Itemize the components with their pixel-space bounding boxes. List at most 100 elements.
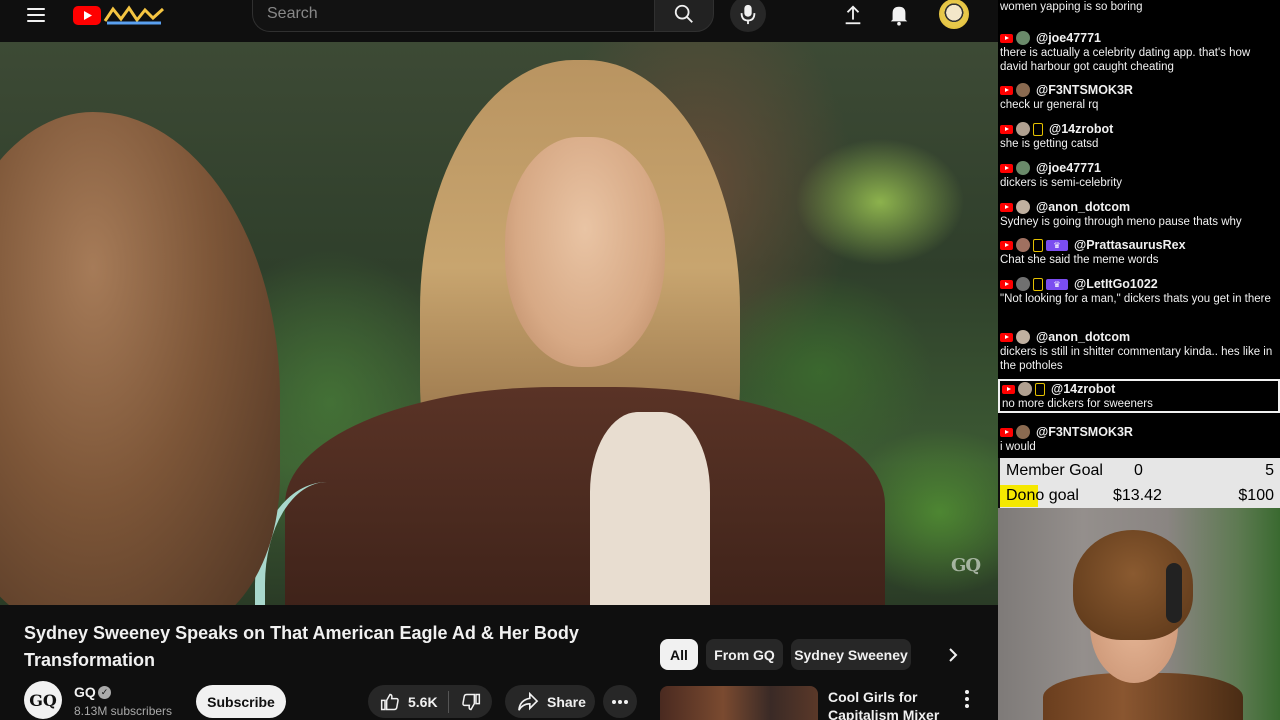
recommendation-thumbnail[interactable]: [660, 686, 818, 720]
youtube-badge-icon: [1000, 85, 1013, 95]
subscriber-count: 8.13M subscribers: [74, 704, 173, 718]
share-icon: [518, 691, 539, 711]
chat-message-text: dickers is still in shitter commentary k…: [1000, 346, 1273, 372]
channel-avatar-logo: GQ: [29, 690, 57, 710]
upload-icon: [845, 5, 861, 25]
youtube-logo[interactable]: [73, 3, 169, 27]
youtube-badge-icon: [1000, 240, 1013, 250]
chat-message-text: Sydney is going through meno pause thats…: [1000, 216, 1242, 228]
video-frame-guest-jacket: [285, 387, 885, 605]
thumbs-up-icon: [380, 693, 399, 710]
like-dislike-group: 5.6K: [368, 685, 492, 718]
chat-username: @anon_dotcom: [1036, 330, 1131, 344]
member-crown-badge-icon: ♛: [1046, 278, 1068, 290]
youtube-badge-icon: [1000, 33, 1013, 43]
chat-avatar: [1016, 200, 1030, 214]
member-goal-current: 0: [1134, 462, 1143, 479]
upload-button[interactable]: [837, 0, 869, 30]
verified-icon: ✓: [98, 686, 111, 699]
chat-username: @F3NTSMOK3R: [1036, 425, 1133, 439]
search-icon: [674, 4, 693, 23]
chat-message: @14zrobot no more dickers for sweeners: [998, 379, 1280, 413]
member-crown-badge-icon: ♛: [1046, 239, 1068, 251]
gq-watermark: GQ: [951, 555, 981, 576]
masthead: [0, 0, 998, 42]
chat-message: ♛ @LetItGo1022 "Not looking for a man," di…: [998, 276, 1280, 306]
chat-avatar: [1016, 83, 1030, 97]
chat-message: @14zrobot she is getting catsd: [998, 121, 1280, 151]
like-button[interactable]: 5.6K: [368, 685, 448, 718]
chat-message-header: ♛ @LetItGo1022: [1000, 276, 1280, 292]
chat-username: @joe47771: [1036, 31, 1102, 45]
video-player[interactable]: GQ: [0, 42, 998, 605]
chat-message-header: @joe47771: [1000, 160, 1280, 176]
chat-avatar: [1016, 122, 1030, 136]
chat-message-text: no more dickers for sweeners: [1002, 398, 1153, 410]
voice-search-button[interactable]: [730, 0, 766, 32]
youtube-badge-icon: [1000, 163, 1013, 173]
streamer-webcam: [998, 508, 1280, 720]
more-horizontal-icon: [612, 699, 628, 704]
chat-username: @anon_dotcom: [1036, 200, 1131, 214]
chat-message-text: dickers is semi-celebrity: [1000, 177, 1123, 189]
chevron-right-icon: [949, 648, 958, 662]
youtube-badge-icon: [1000, 332, 1013, 342]
chat-message-text: i would: [1000, 441, 1036, 453]
headset-icon: [1166, 563, 1182, 623]
notifications-button[interactable]: [883, 0, 915, 30]
youtube-badge-icon: [1002, 384, 1015, 394]
youtube-badge-icon: [1000, 124, 1013, 134]
donor-badge-icon: [1033, 238, 1043, 252]
video-frame-guest-shirt: [590, 412, 710, 605]
chat-message-text: "Not looking for a man," dickers thats y…: [1000, 293, 1271, 305]
chat-message-header: ♛ @PrattasaurusRex: [1000, 237, 1280, 253]
video-frame-interviewer: [0, 112, 280, 605]
search-button[interactable]: [654, 0, 714, 32]
share-button[interactable]: Share: [505, 685, 595, 718]
more-actions-button[interactable]: [603, 685, 637, 718]
menu-icon[interactable]: [22, 4, 50, 26]
youtube-badge-icon: [1000, 279, 1013, 289]
donor-badge-icon: [1033, 277, 1043, 291]
search-input[interactable]: [267, 0, 647, 31]
chat-message-text: there is actually a celebrity dating app…: [1000, 47, 1251, 73]
mic-icon: [740, 4, 756, 25]
chat-message-text: she is getting catsd: [1000, 138, 1099, 150]
chat-username: @14zrobot: [1051, 382, 1116, 396]
channel-avatar[interactable]: GQ: [24, 681, 62, 719]
chat-message: @joe47771 dickers is semi-celebrity: [998, 160, 1280, 190]
chat-message-header: @joe47771: [1000, 30, 1280, 46]
dislike-button[interactable]: [449, 685, 492, 718]
chat-avatar: [1016, 238, 1030, 252]
recommendation-title[interactable]: Cool Girls for Capitalism Mixer: [828, 688, 948, 720]
chat-message: @F3NTSMOK3Rwomen yapping is so boring: [998, 0, 1280, 14]
donor-badge-icon: [1033, 122, 1043, 136]
dono-goal-row: Dono goal $13.42 $100: [1000, 484, 1280, 508]
chat-message: @joe47771 there is actually a celebrity d…: [998, 30, 1280, 74]
youtube-badge-icon: [1000, 427, 1013, 437]
bell-icon: [890, 6, 908, 26]
dono-goal-label: Dono goal: [1006, 487, 1079, 504]
member-goal-row: Member Goal 0 5: [1000, 459, 1280, 483]
chips-next-button[interactable]: [938, 640, 968, 670]
chip-all[interactable]: All: [660, 639, 698, 670]
chat-message: @anon_dotcom Sydney is going through meno…: [998, 199, 1280, 229]
chat-message-header: @F3NTSMOK3R: [1000, 82, 1280, 98]
chip-from-gq[interactable]: From GQ: [706, 639, 783, 670]
channel-name[interactable]: GQ: [74, 684, 96, 700]
chat-username: @LetItGo1022: [1074, 277, 1158, 291]
avatar[interactable]: [939, 0, 969, 29]
share-label: Share: [547, 693, 586, 710]
video-frame-guest-face: [505, 137, 665, 367]
subscribe-button[interactable]: Subscribe: [196, 685, 286, 718]
member-goal-target: 5: [1265, 462, 1274, 479]
chat-username: @PrattasaurusRex: [1074, 238, 1186, 252]
chat-message: @F3NTSMOK3R check ur general rq: [998, 82, 1280, 112]
chip-sydney-sweeney[interactable]: Sydney Sweeney: [791, 639, 911, 670]
thumbs-down-icon: [461, 693, 480, 710]
chat-message-text: Chat she said the meme words: [1000, 254, 1159, 266]
donor-badge-icon: [1035, 382, 1045, 396]
chat-message-text: women yapping is so boring: [1000, 1, 1143, 13]
live-chat-overlay: @F3NTSMOK3Rwomen yapping is so boring@jo…: [998, 0, 1280, 458]
recommendation-menu-icon[interactable]: [958, 688, 976, 710]
